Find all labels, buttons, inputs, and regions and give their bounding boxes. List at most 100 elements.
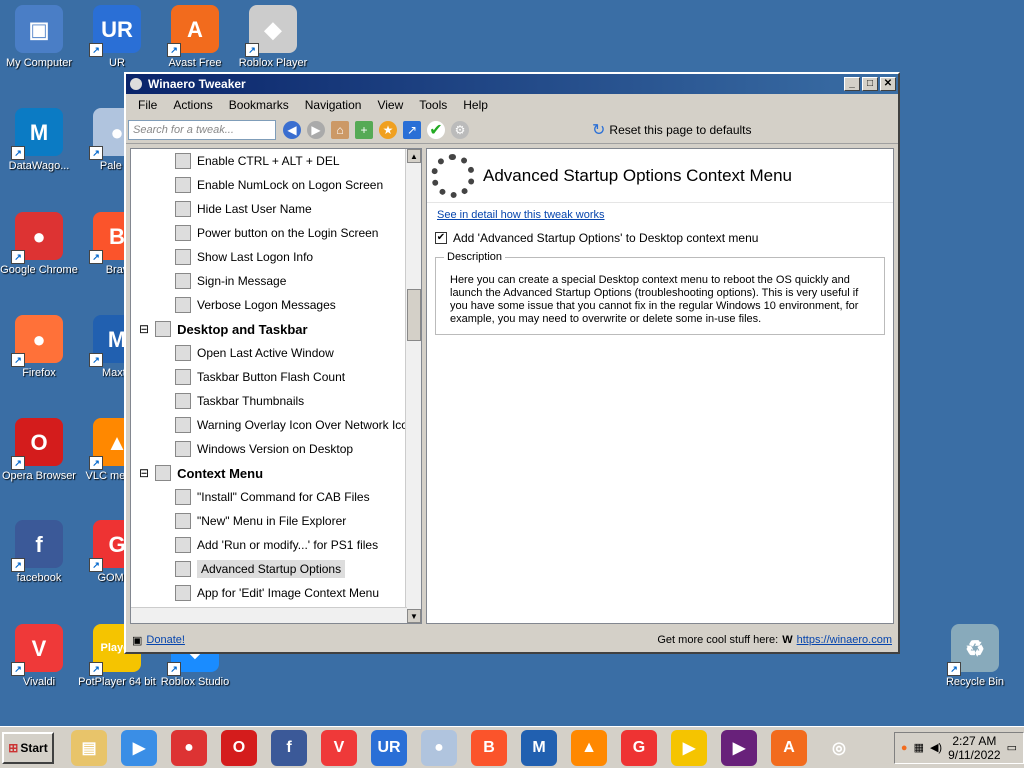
reset-button[interactable]: ↻ Reset this page to defaults [592,120,752,140]
menu-help[interactable]: Help [455,98,496,112]
panel-header: Advanced Startup Options Context Menu [427,149,893,203]
tweak-icon [175,201,191,217]
minimize-button[interactable]: _ [844,77,860,91]
taskbar-explorer-icon[interactable]: ▤ [71,729,107,766]
checkbox-box[interactable]: ✔ [435,232,447,244]
tree-item[interactable]: App for 'Edit' Image Context Menu [131,581,421,605]
menu-bookmarks[interactable]: Bookmarks [221,98,297,112]
tree-item[interactable]: Sign-in Message [131,269,421,293]
desktop-icon[interactable]: O ↗ Opera Browser [0,418,78,483]
tree-item[interactable]: Power button on the Login Screen [131,221,421,245]
shortcut-arrow-icon: ↗ [89,43,103,57]
scroll-up-icon[interactable]: ▲ [407,149,421,163]
clock[interactable]: 2:27 AM 9/11/2022 [948,734,1001,762]
scroll-down-icon[interactable]: ▼ [407,609,421,623]
tweak-icon [175,369,191,385]
taskbar-media-icon[interactable]: ▶ [121,729,157,766]
taskbar-winaero-icon[interactable]: ◎ [821,729,857,766]
tree-item-label: Hide Last User Name [197,202,312,216]
desktop-icon[interactable]: A ↗ Avast Free [156,5,234,70]
scroll-thumb[interactable] [407,289,421,341]
home-icon[interactable]: ⌂ [331,120,349,139]
show-desktop-icon[interactable]: ▭ [1007,741,1017,754]
taskbar-vlc-icon[interactable]: ▲ [571,729,607,766]
taskbar-maxthon-icon[interactable]: M [521,729,557,766]
status-bar: ▣ Donate! Get more cool stuff here: W ht… [126,628,898,652]
desktop-icon-label: My Computer [5,57,73,69]
taskbar-gom-icon[interactable]: G [621,729,657,766]
tree-item[interactable]: Advanced Startup Options [131,557,421,581]
desktop-icon[interactable]: ● ↗ Firefox [0,315,78,380]
tree-item[interactable]: Windows Version on Desktop [131,437,421,461]
tree-vertical-scrollbar[interactable]: ▲ ▼ [405,149,421,623]
bookmarks-star-icon[interactable]: ★ [379,120,397,139]
desktop-icon[interactable]: ◆ ↗ Roblox Player [234,5,312,70]
tree-category[interactable]: ⊟ Desktop and Taskbar [131,317,421,341]
apply-check-icon[interactable]: ✔ [427,120,445,139]
menu-file[interactable]: File [130,98,165,112]
settings-gear-icon[interactable]: ⚙ [451,120,469,139]
desktop-icon[interactable]: V ↗ Vivaldi [0,624,78,689]
menu-navigation[interactable]: Navigation [297,98,370,112]
tweak-icon [155,465,172,481]
menu-actions[interactable]: Actions [165,98,220,112]
maximize-button[interactable]: □ [862,77,878,91]
desktop-icon[interactable]: M ↗ DataWago... [0,108,78,173]
desktop-icon-label: PotPlayer 64 bit [78,676,156,688]
close-button[interactable]: ✕ [880,77,896,91]
taskbar-ur-icon[interactable]: UR [371,729,407,766]
desktop-icon[interactable]: ▣ My Computer [0,5,78,70]
back-icon[interactable]: ◀ [283,120,301,139]
avast-tray-icon[interactable]: ● [901,742,908,754]
tree-item[interactable]: Warning Overlay Icon Over Network Icon i… [131,413,421,437]
tree-item[interactable]: Add 'Run or modify...' for PS1 files [131,533,421,557]
taskbar-palemoon-icon[interactable]: ● [421,729,457,766]
collapse-icon[interactable]: ⊟ [139,466,149,480]
tweak-icon [175,345,191,361]
tree-horizontal-scrollbar[interactable] [131,607,407,623]
tree-item[interactable]: Show Last Logon Info [131,245,421,269]
taskbar-avast-icon[interactable]: A [771,729,807,766]
forward-icon[interactable]: ▶ [307,120,325,139]
shortcut-icon[interactable]: ↗ [403,120,421,139]
tree-item[interactable]: Verbose Logon Messages [131,293,421,317]
tree-item[interactable]: "New" Menu in File Explorer [131,509,421,533]
tree-item[interactable]: Hide Last User Name [131,197,421,221]
tree-item[interactable]: Enable NumLock on Logon Screen [131,173,421,197]
desktop-icon[interactable]: UR ↗ UR [78,5,156,70]
taskbar-opera-icon[interactable]: O [221,729,257,766]
taskbar-vivaldi-icon[interactable]: V [321,729,357,766]
add-bookmark-icon[interactable]: + [355,120,373,139]
tree-category[interactable]: ⊟ Context Menu [131,461,421,485]
taskbar-potplayer-icon[interactable]: ▶ [671,729,707,766]
winaero-url-link[interactable]: https://winaero.com [797,634,892,646]
donate-link[interactable]: Donate! [146,634,185,646]
title-bar[interactable]: Winaero Tweaker _ □ ✕ [126,74,898,94]
taskbar-chrome-icon[interactable]: ● [171,729,207,766]
desktop-icon[interactable]: ♻ ↗ Recycle Bin [936,624,1014,689]
tree-item[interactable]: Taskbar Thumbnails [131,389,421,413]
taskbar-brave-icon[interactable]: B [471,729,507,766]
tree-item[interactable]: "Install" Command for CAB Files [131,485,421,509]
details-link[interactable]: See in detail how this tweak works [437,209,893,221]
shortcut-arrow-icon: ↗ [167,43,181,57]
tree-item[interactable]: Taskbar Button Flash Count [131,365,421,389]
shortcut-arrow-icon: ↗ [89,353,103,367]
tree-item[interactable]: Enable CTRL + ALT + DEL [131,149,421,173]
context-menu-checkbox[interactable]: ✔ Add 'Advanced Startup Options' to Desk… [435,231,893,245]
search-input[interactable]: Search for a tweak... [128,119,276,140]
collapse-icon[interactable]: ⊟ [139,322,149,336]
start-button[interactable]: ⊞ Start [2,731,54,764]
shortcut-arrow-icon: ↗ [89,250,103,264]
desktop-icon[interactable]: f ↗ facebook [0,520,78,585]
volume-icon[interactable]: ◀) [930,741,942,754]
taskbar-facebook-icon[interactable]: f [271,729,307,766]
desktop-icon[interactable]: ● ↗ Google Chrome [0,212,78,277]
tweak-icon [175,489,191,505]
menu-view[interactable]: View [369,98,411,112]
menu-tools[interactable]: Tools [411,98,455,112]
tree-item[interactable]: Open Last Active Window [131,341,421,365]
taskbar-vstudio-icon[interactable]: ▶ [721,729,757,766]
network-icon[interactable]: ▦ [914,741,924,754]
startup-options-icon [431,153,475,198]
